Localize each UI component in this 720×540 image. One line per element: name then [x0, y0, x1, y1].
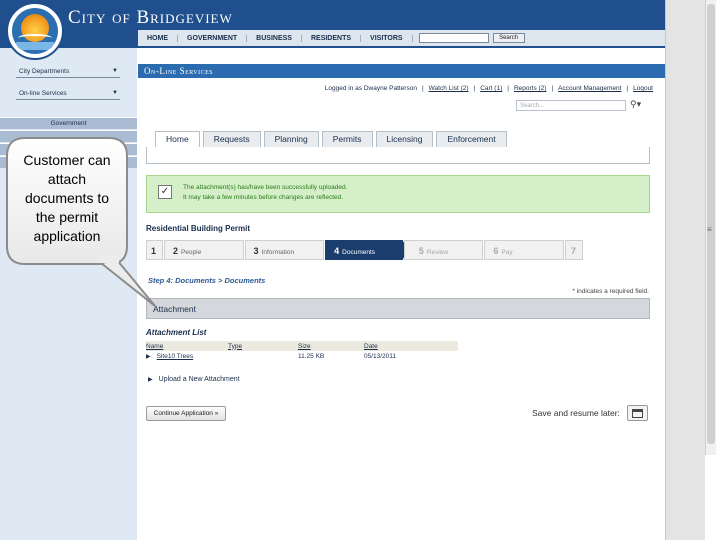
step-number: 1 [151, 246, 157, 256]
city-title: City of Bridgeview [68, 7, 233, 28]
success-notice: ✓ The attachment(s) has/have been succes… [146, 175, 650, 213]
site-search-button[interactable]: Search [492, 33, 525, 43]
step-7: 7 [565, 240, 583, 260]
step-label: Documents [342, 249, 376, 256]
attachment-size: 11.25 KB [298, 353, 325, 360]
step-number: 5 [418, 246, 424, 256]
step-6: 6 Pay [484, 240, 565, 260]
attachment-date: 05/13/2011 [364, 353, 397, 360]
attachment-type [228, 351, 298, 362]
top-nav: HOME GOVERNMENT BUSINESS RESIDENTS VISIT… [138, 30, 665, 46]
step-3[interactable]: 3 Information [244, 240, 325, 260]
tab-licensing[interactable]: Licensing [375, 131, 434, 147]
attachment-table: Name Type Size Date ▶ Site10 Trees 11.25 … [146, 341, 458, 362]
step-number: 4 [334, 246, 340, 256]
watch-list-link[interactable]: Watch List (2) [429, 85, 469, 92]
site-search-input[interactable] [418, 33, 489, 43]
sidebar-item-government[interactable]: Government [0, 117, 137, 129]
tab-content-panel [146, 147, 650, 164]
services-select-value: On-line Services [19, 90, 67, 97]
step-2[interactable]: 2 People [163, 240, 244, 260]
departments-select-value: City Departments [19, 68, 70, 75]
save-resume-label: Save and resume later: [532, 408, 620, 418]
save-icon [632, 409, 643, 418]
column-header-date[interactable]: Date [364, 341, 458, 351]
chevron-down-icon: ▼ [112, 90, 118, 96]
step-4[interactable]: 4 Documents [325, 240, 410, 260]
chevron-down-icon: ▼ [112, 68, 118, 74]
step-number: 2 [172, 246, 178, 256]
attachment-name-link[interactable]: Site10 Trees [157, 353, 194, 360]
portal-search-input[interactable]: Search... [516, 100, 626, 111]
save-button[interactable] [627, 405, 648, 421]
required-field-note: * indicates a required field. [572, 288, 649, 295]
continue-application-button[interactable]: Continue Application » [146, 406, 226, 421]
column-header-name[interactable]: Name [146, 341, 228, 351]
tab-planning[interactable]: Planning [263, 131, 319, 147]
tab-permits[interactable]: Permits [321, 131, 373, 147]
logout-link[interactable]: Logout [633, 85, 653, 92]
step-number: 3 [253, 246, 259, 256]
page-background-strip [665, 0, 705, 540]
nav-residents[interactable]: RESIDENTS [302, 34, 362, 42]
module-tabs: Home Requests Planning Permits Licensing… [155, 131, 507, 147]
callout-text: Customer can attach documents to the per… [23, 152, 111, 244]
services-select[interactable]: On-line Services ▼ [16, 90, 120, 100]
account-management-link[interactable]: Account Management [558, 85, 621, 92]
scrollbar-grip-icon: ≡ [707, 225, 712, 234]
permit-title: Residential Building Permit [146, 224, 251, 233]
upload-attachment-label: Upload a New Attachment [158, 376, 240, 383]
expand-arrow-icon: ▶ [148, 377, 153, 383]
nav-visitors[interactable]: VISITORS [361, 34, 413, 42]
step-label: People [180, 249, 202, 256]
table-header-row: Name Type Size Date [146, 341, 458, 351]
main-content: On-Line Services Logged in as Dwayne Pat… [138, 48, 665, 540]
attachment-list-title: Attachment List [146, 328, 207, 337]
tab-requests[interactable]: Requests [202, 131, 261, 147]
step-5: 5 Review [403, 240, 484, 260]
callout-bubble: Customer can attach documents to the per… [5, 136, 156, 307]
step-number: 6 [493, 246, 499, 256]
column-header-size[interactable]: Size [298, 341, 364, 351]
upload-attachment-link[interactable]: ▶ Upload a New Attachment [148, 376, 240, 383]
left-sidebar: City Departments ▼ On-line Services ▼ Go… [0, 48, 137, 540]
attachment-section-header: Attachment [146, 298, 650, 319]
step-1[interactable]: 1 [146, 240, 163, 260]
reports-link[interactable]: Reports (2) [514, 85, 547, 92]
checkmark-icon: ✓ [158, 185, 172, 199]
step-label: Pay [501, 249, 513, 256]
search-icon[interactable]: ⚲▾ [630, 99, 641, 110]
step-label: Review [426, 249, 449, 256]
notice-line-2: It may take a few minutes before changes… [183, 194, 344, 201]
city-seal-logo[interactable] [6, 2, 64, 60]
step-heading: Step 4: Documents > Documents [148, 276, 266, 285]
tab-enforcement[interactable]: Enforcement [436, 131, 507, 147]
cart-link[interactable]: Cart (1) [480, 85, 502, 92]
expand-arrow-icon[interactable]: ▶ [146, 354, 157, 360]
nav-business[interactable]: BUSINESS [247, 34, 302, 42]
nav-government[interactable]: GOVERNMENT [178, 34, 248, 42]
notice-line-1: The attachment(s) has/have been successf… [183, 184, 348, 191]
user-links: Logged in as Dwayne Patterson | Watch Li… [324, 85, 653, 92]
scrollbar-thumb[interactable] [707, 4, 715, 444]
online-services-bar: On-Line Services [138, 64, 665, 78]
nav-home[interactable]: HOME [138, 34, 178, 42]
step-progress: 1 2 People 3 Information 4 Documents 5 Revie… [146, 240, 584, 260]
step-number: 7 [571, 246, 577, 256]
column-header-type[interactable]: Type [228, 341, 298, 351]
departments-select[interactable]: City Departments ▼ [16, 68, 120, 78]
table-row: ▶ Site10 Trees 11.25 KB 05/13/2011 [146, 351, 458, 362]
step-label: Information [261, 249, 295, 256]
tab-home[interactable]: Home [155, 131, 200, 147]
logged-in-text: Logged in as Dwayne Patterson [324, 85, 417, 92]
